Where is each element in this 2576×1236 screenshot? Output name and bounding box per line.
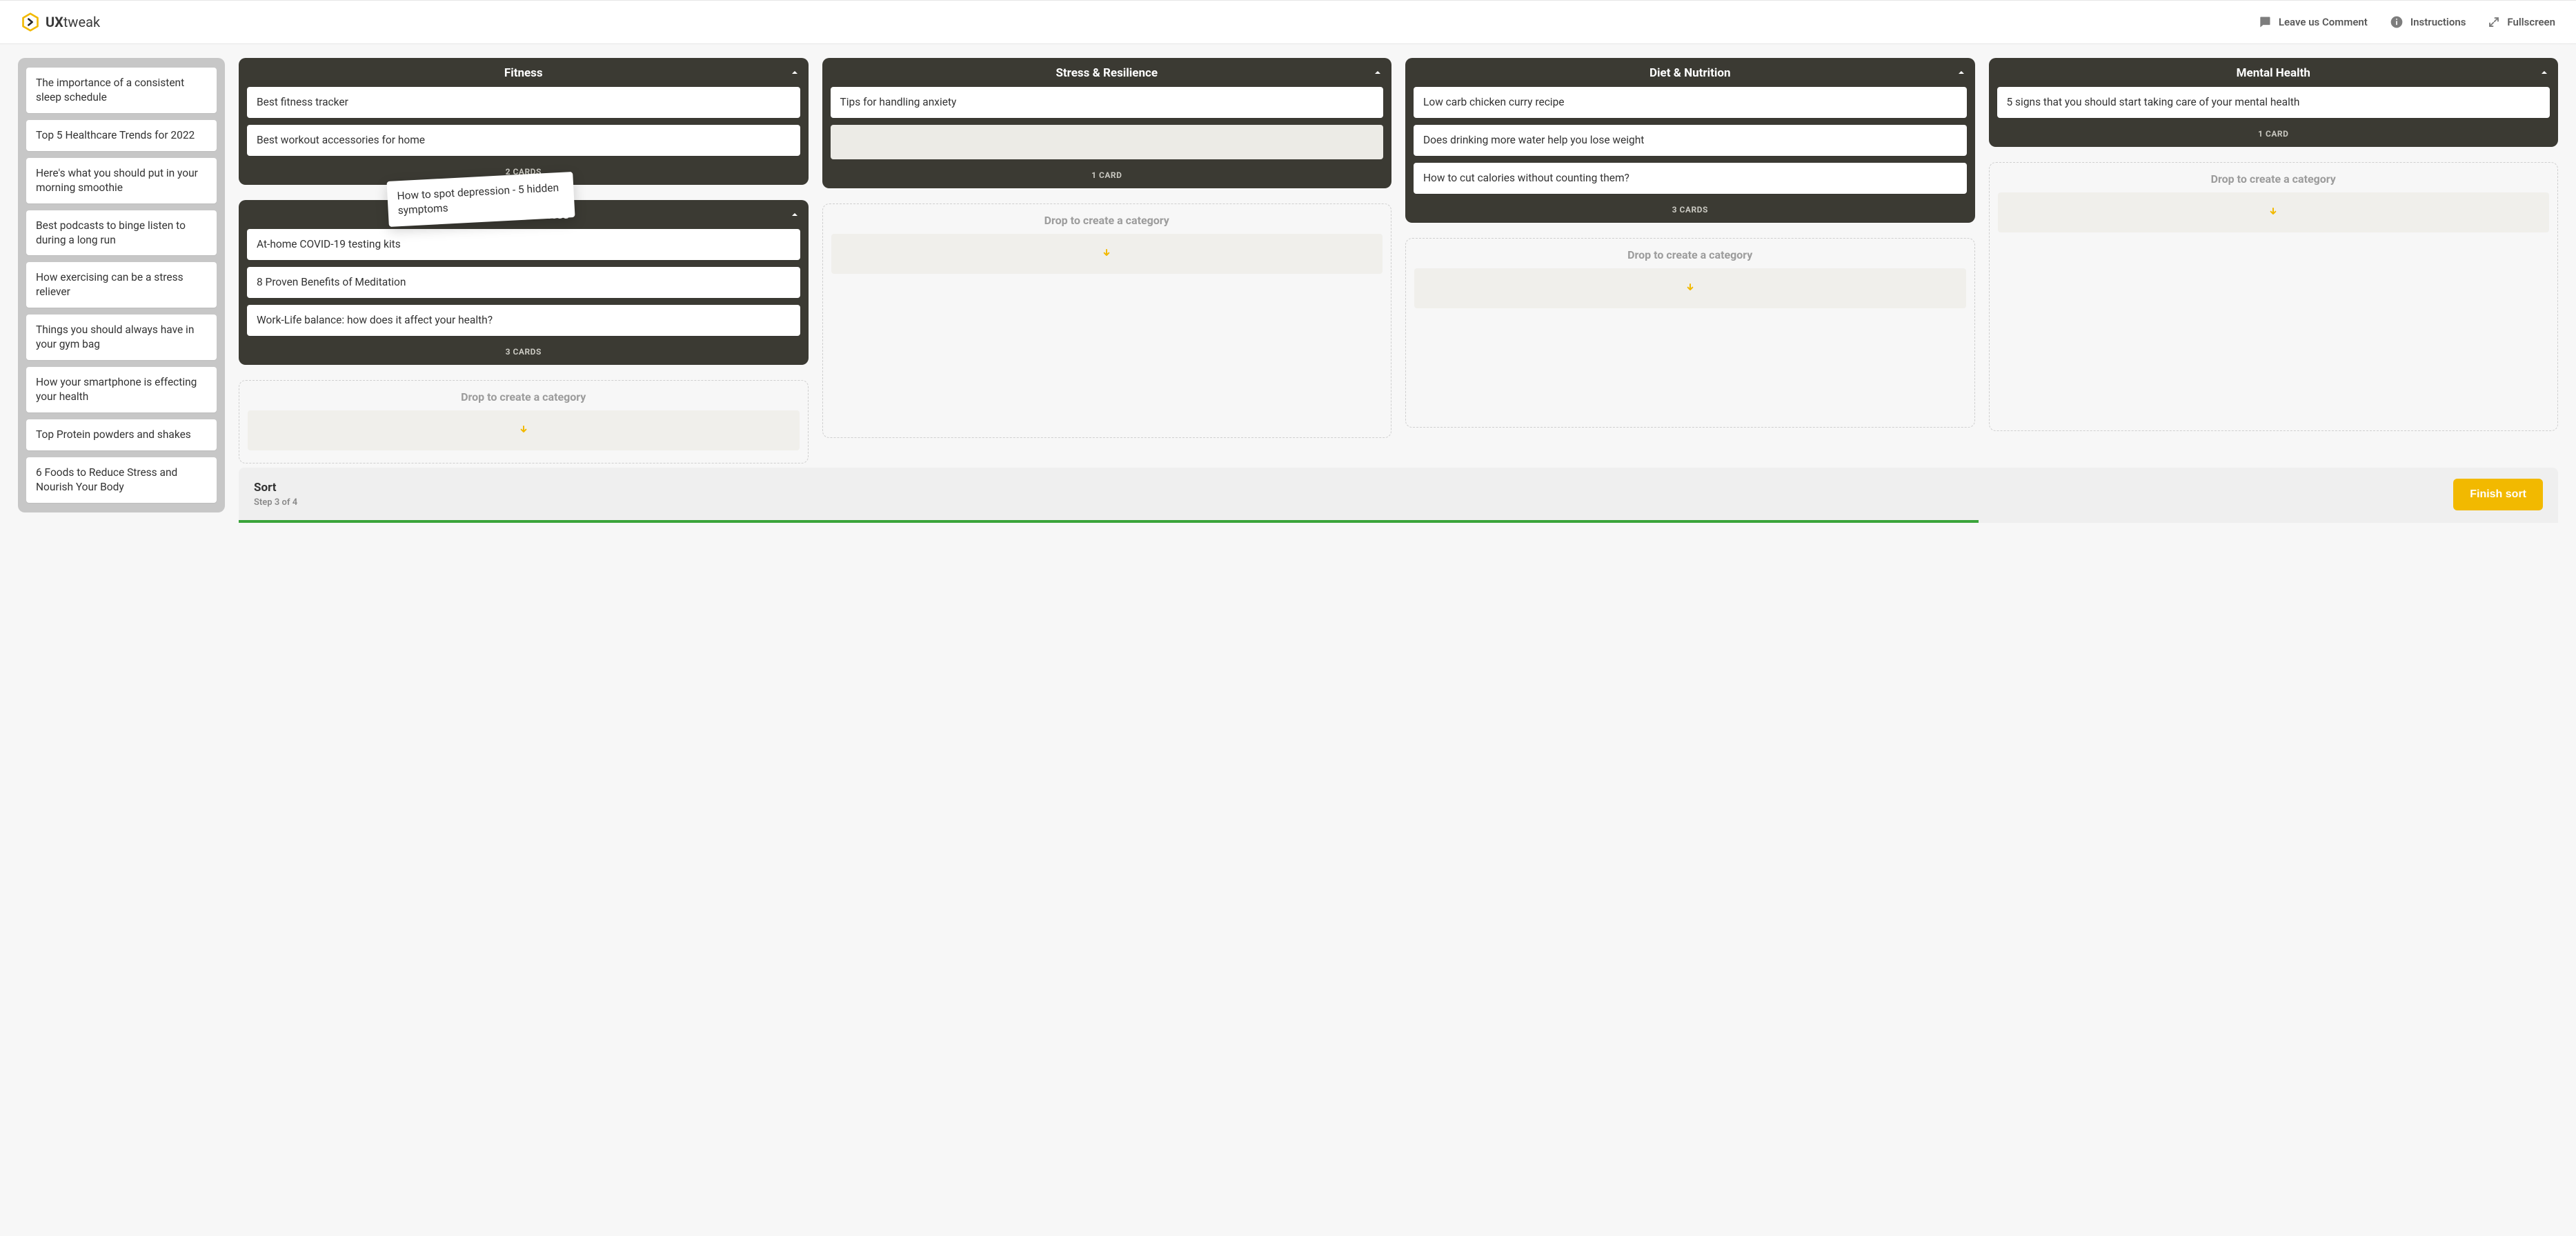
step-indicator: Step 3 of 4 [254, 497, 297, 508]
card-drop-placeholder[interactable] [831, 125, 1384, 159]
progress-info: Sort Step 3 of 4 [254, 481, 297, 508]
unsorted-card[interactable]: Top 5 Healthcare Trends for 2022 [26, 120, 217, 151]
dropzone-target[interactable] [248, 410, 800, 450]
card[interactable]: Does drinking more water help you lose w… [1414, 125, 1967, 156]
dropzone-label: Drop to create a category [831, 214, 1383, 227]
category-fitness[interactable]: Fitness Best fitness tracker Best workou… [239, 58, 809, 185]
category-count: 3 CARDS [1405, 201, 1975, 217]
unsorted-card[interactable]: How your smartphone is effecting your he… [26, 367, 217, 412]
progress-bar: Sort Step 3 of 4 Finish sort [239, 468, 2558, 523]
category-diet-nutrition[interactable]: Diet & Nutrition Low carb chicken curry … [1405, 58, 1975, 223]
card[interactable]: 8 Proven Benefits of Meditation [247, 267, 800, 298]
category-header[interactable]: Mental Health [1989, 58, 2559, 87]
arrow-down-icon [2268, 207, 2279, 218]
create-category-dropzone[interactable]: Drop to create a category [1989, 162, 2559, 431]
card[interactable]: 5 signs that you should start taking car… [1997, 87, 2550, 118]
collapse-icon[interactable] [791, 68, 799, 77]
collapse-icon[interactable] [1957, 68, 1965, 77]
card[interactable]: Best workout accessories for home [247, 125, 800, 156]
fullscreen-label: Fullscreen [2507, 16, 2555, 28]
collapse-icon[interactable] [791, 210, 799, 219]
unsorted-card[interactable]: The importance of a consistent sleep sch… [26, 68, 217, 113]
column: Diet & Nutrition Low carb chicken curry … [1405, 58, 1975, 428]
fullscreen-button[interactable]: Fullscreen [2488, 16, 2555, 28]
unsorted-cards-panel: The importance of a consistent sleep sch… [18, 58, 225, 512]
task-title: Sort [254, 481, 297, 495]
create-category-dropzone[interactable]: Drop to create a category [239, 380, 809, 464]
dropzone-target[interactable] [1998, 192, 2550, 232]
column: Fitness Best fitness tracker Best workou… [239, 58, 809, 464]
leave-comment-button[interactable]: Leave us Comment [2258, 15, 2368, 29]
dropzone-target[interactable] [1414, 268, 1966, 308]
card[interactable]: At-home COVID-19 testing kits [247, 229, 800, 260]
column: Mental Health 5 signs that you should st… [1989, 58, 2559, 431]
comment-icon [2258, 15, 2272, 29]
category-cards: Best fitness tracker Best workout access… [239, 87, 809, 163]
leave-comment-label: Leave us Comment [2279, 16, 2368, 28]
unsorted-card[interactable]: Things you should always have in your gy… [26, 315, 217, 360]
progress-fill [239, 520, 1979, 523]
category-general-wellness[interactable]: General Wellness At-home COVID-19 testin… [239, 200, 809, 365]
card[interactable]: Best fitness tracker [247, 87, 800, 118]
instructions-button[interactable]: Instructions [2390, 15, 2466, 29]
category-cards: Tips for handling anxiety [822, 87, 1392, 166]
instructions-label: Instructions [2410, 16, 2466, 28]
arrow-down-icon [518, 425, 529, 436]
category-cards: Low carb chicken curry recipe Does drink… [1405, 87, 1975, 201]
card[interactable]: Low carb chicken curry recipe [1414, 87, 1967, 118]
category-header[interactable]: Fitness [239, 58, 809, 87]
header-actions: Leave us Comment Instructions Fullscreen [2258, 15, 2555, 29]
fullscreen-icon [2488, 16, 2500, 28]
category-count: 1 CARD [1989, 125, 2559, 141]
logo-icon [21, 12, 40, 32]
finish-sort-button[interactable]: Finish sort [2453, 479, 2543, 510]
arrow-down-icon [1685, 283, 1696, 294]
info-icon [2390, 15, 2404, 29]
create-category-dropzone[interactable]: Drop to create a category [822, 203, 1392, 438]
category-cards: 5 signs that you should start taking car… [1989, 87, 2559, 125]
collapse-icon[interactable] [1374, 68, 1382, 77]
dropzone-target[interactable] [831, 234, 1383, 274]
column: Stress & Resilience Tips for handling an… [822, 58, 1392, 438]
unsorted-card[interactable]: 6 Foods to Reduce Stress and Nourish You… [26, 457, 217, 503]
unsorted-card[interactable]: Top Protein powders and shakes [26, 419, 217, 450]
category-title: Stress & Resilience [1056, 66, 1158, 80]
category-mental-health[interactable]: Mental Health 5 signs that you should st… [1989, 58, 2559, 147]
app-logo: UXtweak [21, 12, 100, 32]
category-cards: At-home COVID-19 testing kits 8 Proven B… [239, 229, 809, 343]
collapse-icon[interactable] [2540, 68, 2548, 77]
unsorted-card[interactable]: Best podcasts to binge listen to during … [26, 210, 217, 256]
category-count: 1 CARD [822, 166, 1392, 183]
category-header[interactable]: Stress & Resilience [822, 58, 1392, 87]
category-title: Mental Health [2237, 66, 2310, 80]
card[interactable]: How to cut calories without counting the… [1414, 163, 1967, 194]
app-header: UXtweak Leave us Comment Instructions Fu… [0, 0, 2576, 44]
card[interactable]: Work-Life balance: how does it affect yo… [247, 305, 800, 336]
category-header[interactable]: Diet & Nutrition [1405, 58, 1975, 87]
category-title: Fitness [504, 66, 543, 80]
category-stress-resilience[interactable]: Stress & Resilience Tips for handling an… [822, 58, 1392, 188]
board-area: Fitness Best fitness tracker Best workou… [239, 58, 2558, 523]
card[interactable]: Tips for handling anxiety [831, 87, 1384, 118]
unsorted-card[interactable]: How exercising can be a stress reliever [26, 262, 217, 308]
category-columns: Fitness Best fitness tracker Best workou… [239, 58, 2558, 464]
category-count: 3 CARDS [239, 343, 809, 359]
unsorted-card[interactable]: Here's what you should put in your morni… [26, 158, 217, 203]
workspace: The importance of a consistent sleep sch… [0, 44, 2576, 539]
dropzone-label: Drop to create a category [248, 390, 800, 403]
arrow-down-icon [1101, 248, 1112, 259]
category-title: Diet & Nutrition [1649, 66, 1730, 80]
logo-text: UXtweak [46, 14, 100, 30]
create-category-dropzone[interactable]: Drop to create a category [1405, 238, 1975, 428]
dropzone-label: Drop to create a category [1998, 172, 2550, 186]
dropzone-label: Drop to create a category [1414, 248, 1966, 261]
dragging-card[interactable]: How to spot depression - 5 hidden sympto… [386, 172, 575, 227]
